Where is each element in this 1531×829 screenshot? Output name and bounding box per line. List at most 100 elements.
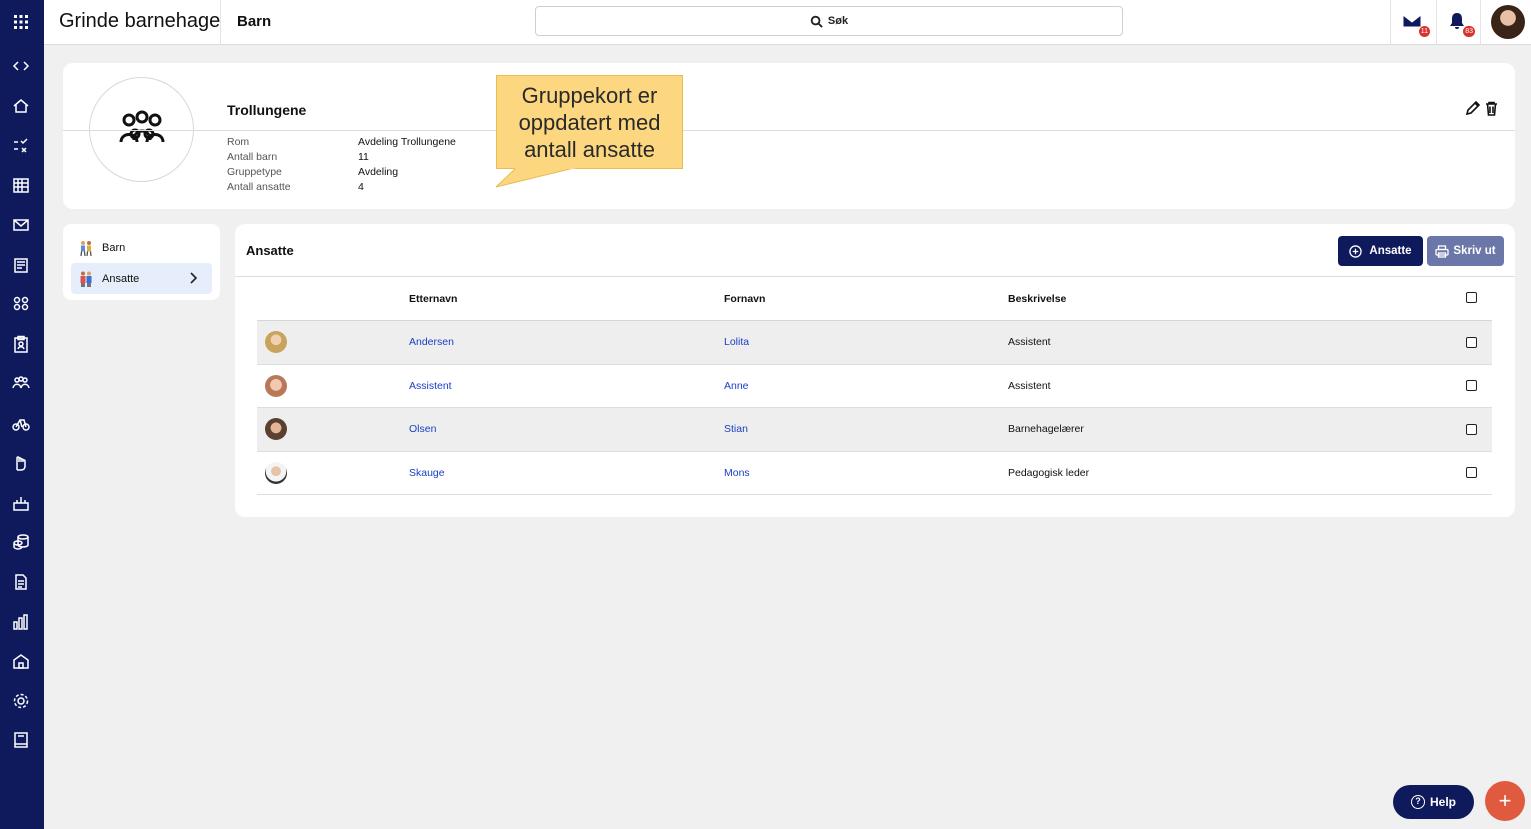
mail-badge: 11 bbox=[1418, 26, 1430, 37]
grid-icon[interactable] bbox=[10, 11, 32, 33]
annotation-callout: Gruppekort er oppdatert med antall ansat… bbox=[496, 75, 683, 169]
add-employee-button[interactable]: Ansatte bbox=[1338, 236, 1423, 266]
school-icon[interactable] bbox=[10, 650, 32, 672]
last-name-link[interactable]: Assistent bbox=[409, 365, 452, 408]
info-value: Avdeling bbox=[358, 166, 399, 178]
row-checkbox[interactable] bbox=[1466, 423, 1477, 435]
card-actions bbox=[1465, 100, 1499, 116]
row-checkbox[interactable] bbox=[1466, 380, 1477, 392]
info-label: Antall ansatte bbox=[227, 181, 291, 193]
first-name-link[interactable]: Lolita bbox=[724, 321, 749, 364]
chart-icon[interactable] bbox=[10, 611, 32, 633]
notifications-button[interactable]: 83 bbox=[1447, 11, 1475, 37]
bell-badge: 83 bbox=[1463, 26, 1475, 37]
table-header: Etternavn Fornavn Beskrivelse bbox=[257, 277, 1492, 321]
help-label: Help bbox=[1429, 795, 1456, 809]
document-icon[interactable] bbox=[10, 571, 32, 593]
search-icon bbox=[810, 15, 823, 28]
description-cell: Assistent bbox=[1008, 379, 1051, 392]
row-checkbox[interactable] bbox=[1466, 336, 1477, 348]
plus-circle-icon bbox=[1349, 244, 1363, 258]
row-checkbox-cell bbox=[1466, 408, 1477, 451]
first-name-link[interactable]: Anne bbox=[724, 365, 749, 408]
callout-tail bbox=[496, 168, 575, 188]
bike-icon[interactable] bbox=[10, 412, 32, 434]
info-row-antall-barn: Antall barn 11 bbox=[227, 150, 456, 165]
cake-icon[interactable] bbox=[10, 492, 32, 514]
add-employee-label: Ansatte bbox=[1369, 245, 1412, 257]
group-name: Trollungene bbox=[227, 102, 307, 118]
select-all-checkbox[interactable] bbox=[1466, 292, 1477, 303]
edit-icon[interactable] bbox=[1465, 100, 1481, 116]
print-button[interactable]: Skriv ut bbox=[1427, 236, 1504, 266]
side-menu: Barn Ansatte bbox=[63, 224, 220, 300]
table-row[interactable]: Skauge Mons Pedagogisk leder bbox=[257, 452, 1492, 495]
trash-icon[interactable] bbox=[1484, 101, 1499, 116]
home-icon[interactable] bbox=[10, 95, 32, 117]
avatar-cell bbox=[265, 452, 287, 495]
row-checkbox-cell bbox=[1466, 452, 1477, 495]
news-icon[interactable] bbox=[10, 254, 32, 276]
column-header-fornavn[interactable]: Fornavn bbox=[724, 277, 765, 320]
messages-button[interactable]: 11 bbox=[1402, 11, 1430, 37]
avatar-cell bbox=[265, 365, 287, 408]
side-item-barn[interactable]: Barn bbox=[71, 232, 212, 263]
column-header-beskrivelse[interactable]: Beskrivelse bbox=[1008, 277, 1066, 320]
info-value: Avdeling Trollungene bbox=[358, 136, 456, 148]
groups-icon[interactable] bbox=[10, 293, 32, 315]
code-toggle-icon[interactable] bbox=[10, 55, 32, 77]
divider bbox=[1436, 0, 1437, 45]
plus-icon: + bbox=[1498, 788, 1512, 813]
row-checkbox-cell bbox=[1466, 365, 1477, 408]
search-input[interactable]: Søk bbox=[535, 6, 1123, 36]
first-name-link[interactable]: Stian bbox=[724, 408, 748, 451]
page-title: Barn bbox=[237, 13, 272, 30]
description-cell: Pedagogisk leder bbox=[1008, 466, 1090, 479]
column-header-etternavn[interactable]: Etternavn bbox=[409, 277, 457, 320]
side-item-ansatte[interactable]: Ansatte bbox=[71, 263, 212, 294]
avatar bbox=[265, 331, 287, 354]
coins-icon[interactable] bbox=[10, 531, 32, 553]
last-name-link[interactable]: Andersen bbox=[409, 321, 454, 364]
row-checkbox[interactable] bbox=[1466, 467, 1477, 479]
description-cell: Barnehagelærer bbox=[1008, 423, 1084, 436]
select-all-checkbox-cell bbox=[1466, 277, 1477, 320]
last-name-link[interactable]: Olsen bbox=[409, 408, 436, 451]
search-label: Søk bbox=[827, 15, 849, 27]
app-title: Grinde barnehage bbox=[59, 10, 221, 32]
info-row-rom: Rom Avdeling Trollungene bbox=[227, 135, 456, 150]
avatar-cell bbox=[265, 408, 287, 451]
table-row[interactable]: Andersen Lolita Assistent bbox=[257, 321, 1492, 365]
help-button[interactable]: ? Help bbox=[1393, 785, 1474, 819]
employees-panel: Ansatte Ansatte Skriv ut Etternavn Forna… bbox=[235, 224, 1515, 517]
calendar-icon[interactable] bbox=[10, 174, 32, 196]
clipboard-icon[interactable] bbox=[10, 333, 32, 355]
settings-icon[interactable] bbox=[10, 690, 32, 712]
print-label: Skriv ut bbox=[1453, 245, 1496, 257]
checklist-icon[interactable] bbox=[10, 135, 32, 157]
book-icon[interactable] bbox=[10, 729, 32, 751]
group-card: Trollungene Rom Avdeling Trollungene Ant… bbox=[63, 63, 1515, 209]
panel-title: Ansatte bbox=[246, 243, 294, 258]
divider bbox=[1390, 0, 1391, 45]
children-icon bbox=[77, 239, 95, 257]
mail-icon[interactable] bbox=[10, 214, 32, 236]
side-item-label: Barn bbox=[102, 241, 126, 254]
info-label: Antall barn bbox=[227, 151, 278, 163]
table-row[interactable]: Assistent Anne Assistent bbox=[257, 365, 1492, 408]
people-icon[interactable] bbox=[10, 372, 32, 394]
last-name-link[interactable]: Skauge bbox=[409, 452, 445, 495]
title-divider bbox=[220, 0, 221, 45]
info-label: Gruppetype bbox=[227, 166, 282, 178]
divider bbox=[1480, 0, 1481, 45]
avatar bbox=[265, 461, 287, 484]
info-value: 4 bbox=[358, 181, 364, 193]
avatar-cell bbox=[265, 321, 287, 364]
user-avatar[interactable] bbox=[1491, 5, 1525, 39]
hand-icon[interactable] bbox=[10, 452, 32, 474]
top-bar: Grinde barnehage Barn Søk 11 83 bbox=[44, 0, 1531, 45]
first-name-link[interactable]: Mons bbox=[724, 452, 750, 495]
table-row[interactable]: Olsen Stian Barnehagelærer bbox=[257, 408, 1492, 452]
help-icon: ? bbox=[1410, 795, 1425, 809]
add-fab-button[interactable]: + bbox=[1485, 781, 1525, 821]
